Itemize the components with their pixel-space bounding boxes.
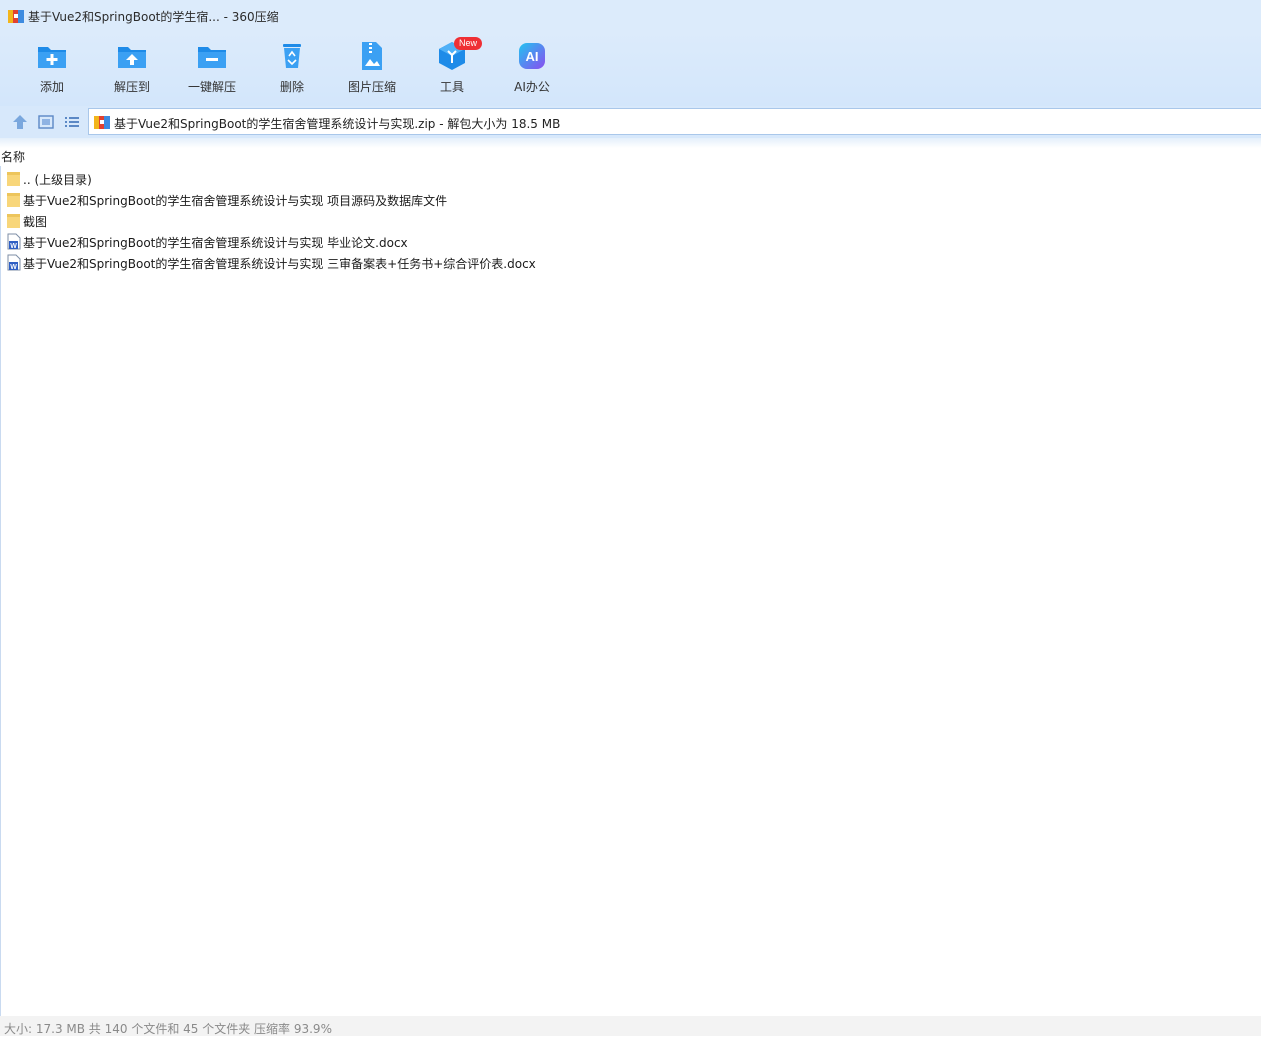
- toolbar: 添加 解压到 一键解压 删除 图片压缩 New 工具 AI AI办公: [0, 32, 1261, 106]
- status-bar: 大小: 17.3 MB 共 140 个文件和 45 个文件夹 压缩率 93.9%: [0, 1016, 1261, 1036]
- archive-icon: [94, 116, 110, 129]
- status-text: 大小: 17.3 MB 共 140 个文件和 45 个文件夹 压缩率 93.9%: [4, 1022, 332, 1036]
- address-bar[interactable]: 基于Vue2和SpringBoot的学生宿舍管理系统设计与实现.zip - 解包…: [88, 108, 1261, 135]
- extract-to-button[interactable]: 解压到: [92, 38, 172, 100]
- ai-office-label: AI办公: [514, 80, 550, 94]
- image-compress-button[interactable]: 图片压缩: [332, 38, 412, 100]
- file-name: 基于Vue2和SpringBoot的学生宿舍管理系统设计与实现 三审备案表+任务…: [23, 257, 536, 271]
- file-name: 基于Vue2和SpringBoot的学生宿舍管理系统设计与实现 项目源码及数据库…: [23, 194, 448, 208]
- ai-office-icon: AI: [519, 43, 545, 69]
- file-name: 截图: [23, 215, 48, 229]
- add-button[interactable]: 添加: [12, 38, 92, 100]
- list-item-folder[interactable]: 基于Vue2和SpringBoot的学生宿舍管理系统设计与实现 项目源码及数据库…: [0, 189, 1261, 210]
- file-list: .. (上级目录) 基于Vue2和SpringBoot的学生宿舍管理系统设计与实…: [0, 168, 1261, 273]
- ai-office-button[interactable]: AI AI办公: [492, 38, 572, 100]
- folder-oneclick-extract-icon: [198, 47, 226, 68]
- svg-text:W: W: [10, 264, 17, 271]
- folder-add-icon: [38, 47, 66, 68]
- list-view-icon[interactable]: [63, 113, 81, 131]
- title-bar: 基于Vue2和SpringBoot的学生宿... - 360压缩: [0, 0, 1261, 32]
- word-document-icon: W: [7, 254, 21, 271]
- new-badge: New: [454, 37, 482, 50]
- folder-extract-icon: [118, 47, 146, 68]
- delete-label: 删除: [279, 80, 304, 94]
- tools-button[interactable]: New 工具: [412, 37, 492, 100]
- word-document-icon: W: [7, 233, 21, 250]
- tools-label: 工具: [439, 80, 464, 94]
- file-name: .. (上级目录): [23, 173, 92, 187]
- address-path: 基于Vue2和SpringBoot的学生宿舍管理系统设计与实现.zip - 解包…: [114, 117, 561, 131]
- svg-text:AI: AI: [526, 49, 539, 64]
- list-item-folder[interactable]: 截图: [0, 210, 1261, 231]
- window-title: 基于Vue2和SpringBoot的学生宿... - 360压缩: [28, 10, 279, 24]
- folder-icon: [7, 214, 20, 228]
- list-item-parent-directory[interactable]: .. (上级目录): [0, 168, 1261, 189]
- list-item-file[interactable]: W 基于Vue2和SpringBoot的学生宿舍管理系统设计与实现 毕业论文.d…: [0, 231, 1261, 252]
- up-arrow-icon[interactable]: [11, 113, 29, 131]
- folder-icon: [7, 193, 20, 207]
- thumbnail-view-icon[interactable]: [37, 113, 55, 131]
- image-compress-label: 图片压缩: [347, 80, 396, 94]
- file-name: 基于Vue2和SpringBoot的学生宿舍管理系统设计与实现 毕业论文.doc…: [23, 236, 408, 250]
- archive-icon: [8, 10, 24, 23]
- image-compress-icon: [362, 42, 382, 70]
- navigation-bar: 基于Vue2和SpringBoot的学生宿舍管理系统设计与实现.zip - 解包…: [0, 106, 1261, 138]
- list-item-file[interactable]: W 基于Vue2和SpringBoot的学生宿舍管理系统设计与实现 三审备案表+…: [0, 252, 1261, 273]
- extract-to-label: 解压到: [113, 80, 150, 94]
- header-separator: [0, 138, 1261, 148]
- svg-text:W: W: [10, 243, 17, 250]
- list-header: 名称: [0, 148, 1261, 166]
- one-click-extract-button[interactable]: 一键解压: [172, 38, 252, 100]
- folder-icon: [7, 172, 20, 186]
- add-label: 添加: [39, 80, 64, 94]
- one-click-extract-label: 一键解压: [187, 80, 236, 94]
- list-border: [0, 166, 1, 1016]
- delete-button[interactable]: 删除: [252, 38, 332, 100]
- recycle-bin-icon: [283, 44, 301, 68]
- column-header-name[interactable]: 名称: [1, 148, 25, 165]
